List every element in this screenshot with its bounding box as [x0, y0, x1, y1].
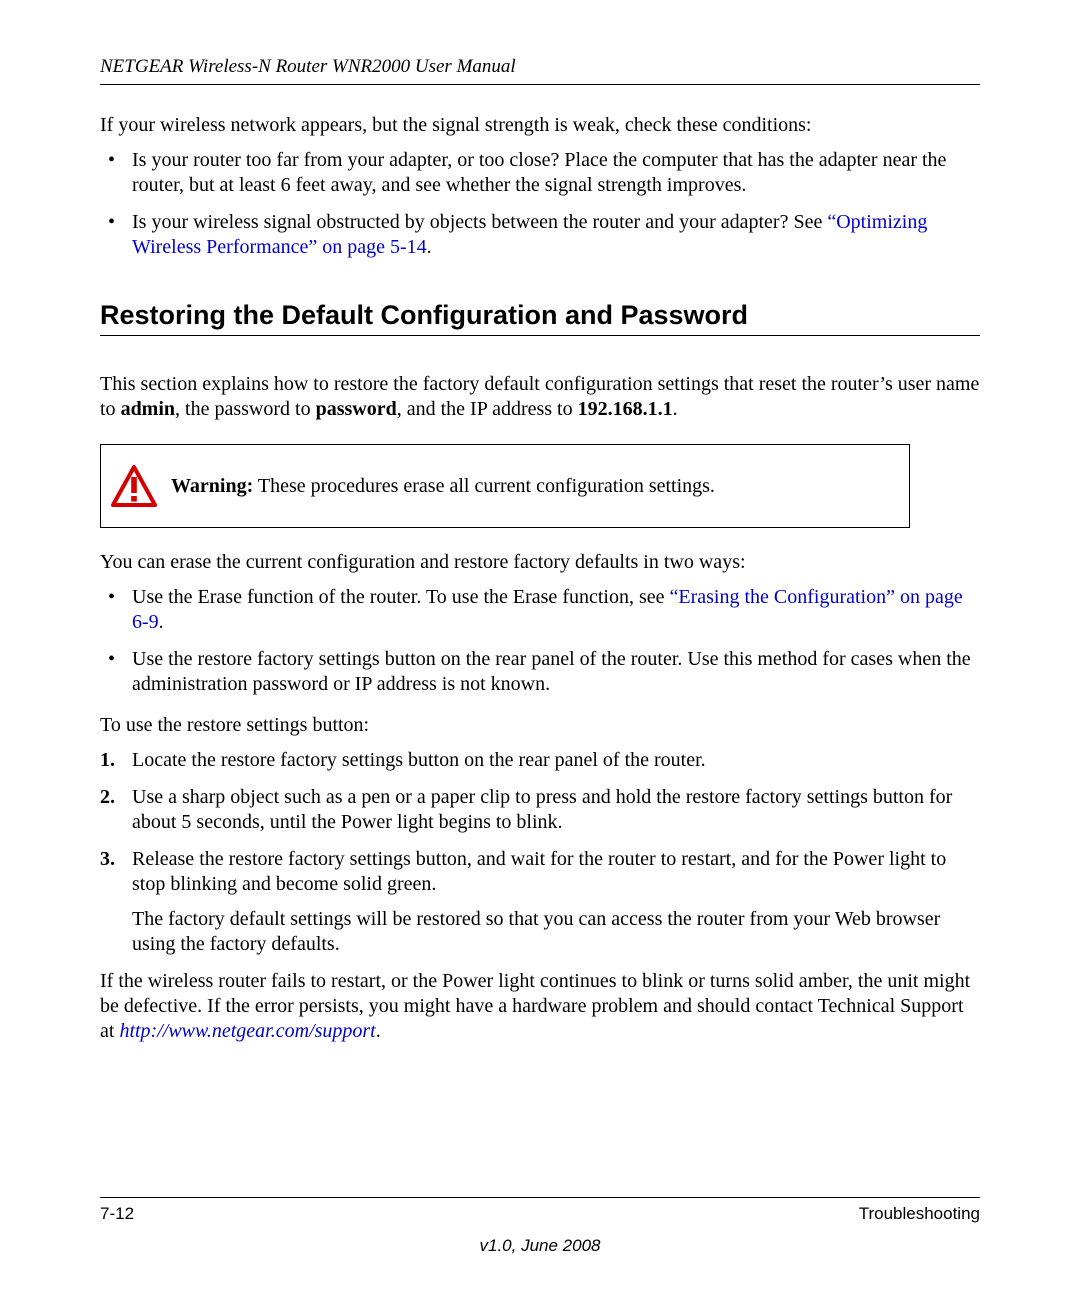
text-run: .: [376, 1020, 381, 1042]
page-footer: 7-12 Troubleshooting v1.0, June 2008: [100, 1197, 980, 1256]
list-item-text: Is your router too far from your adapter…: [132, 149, 946, 196]
warning-label: Warning:: [171, 475, 253, 497]
text-run: , the password to: [175, 398, 316, 420]
body-paragraph: This section explains how to restore the…: [100, 372, 980, 422]
step-text: Release the restore factory settings but…: [132, 848, 946, 895]
document-page: NETGEAR Wireless-N Router WNR2000 User M…: [0, 0, 1080, 1296]
text-run: .: [673, 398, 678, 420]
running-header: NETGEAR Wireless-N Router WNR2000 User M…: [100, 56, 980, 78]
list-item: Use the Erase function of the router. To…: [100, 585, 980, 635]
warning-icon: [101, 445, 167, 527]
step-text: Locate the restore factory settings butt…: [132, 749, 706, 771]
warning-body: These procedures erase all current confi…: [253, 475, 715, 497]
step-text: Use a sharp object such as a pen or a pa…: [132, 786, 952, 833]
steps-list: Locate the restore factory settings butt…: [100, 748, 980, 957]
page-number: 7-12: [100, 1204, 134, 1224]
footer-version: v1.0, June 2008: [100, 1236, 980, 1256]
list-item: Use a sharp object such as a pen or a pa…: [100, 785, 980, 835]
list-item: Locate the restore factory settings butt…: [100, 748, 980, 773]
text-bold: admin: [121, 398, 175, 420]
list-item-text: .: [427, 236, 432, 258]
section-heading: Restoring the Default Configuration and …: [100, 300, 980, 331]
external-link[interactable]: http://www.netgear.com/support: [119, 1020, 375, 1042]
section-rule: [100, 335, 980, 336]
ways-bullet-list: Use the Erase function of the router. To…: [100, 585, 980, 697]
list-item-text: Is your wireless signal obstructed by ob…: [132, 211, 827, 233]
list-item-text: .: [159, 611, 164, 633]
step-subtext: The factory default settings will be res…: [132, 907, 980, 957]
body-paragraph: If the wireless router fails to restart,…: [100, 969, 980, 1044]
list-item: Release the restore factory settings but…: [100, 847, 980, 957]
list-item-text: Use the Erase function of the router. To…: [132, 586, 670, 608]
warning-text: Warning: These procedures erase all curr…: [167, 475, 909, 498]
header-rule: [100, 84, 980, 85]
list-item-text: Use the restore factory settings button …: [132, 648, 971, 695]
list-item: Is your router too far from your adapter…: [100, 148, 980, 198]
warning-callout: Warning: These procedures erase all curr…: [100, 444, 910, 528]
body-paragraph: You can erase the current configuration …: [100, 550, 980, 575]
intro-paragraph: If your wireless network appears, but th…: [100, 113, 980, 138]
list-item: Use the restore factory settings button …: [100, 647, 980, 697]
footer-rule: [100, 1197, 980, 1198]
text-bold: 192.168.1.1: [578, 398, 673, 420]
list-item: Is your wireless signal obstructed by ob…: [100, 210, 980, 260]
intro-bullet-list: Is your router too far from your adapter…: [100, 148, 980, 260]
text-run: , and the IP address to: [397, 398, 578, 420]
body-paragraph: To use the restore settings button:: [100, 713, 980, 738]
text-bold: password: [316, 398, 397, 420]
footer-section-name: Troubleshooting: [859, 1204, 980, 1224]
